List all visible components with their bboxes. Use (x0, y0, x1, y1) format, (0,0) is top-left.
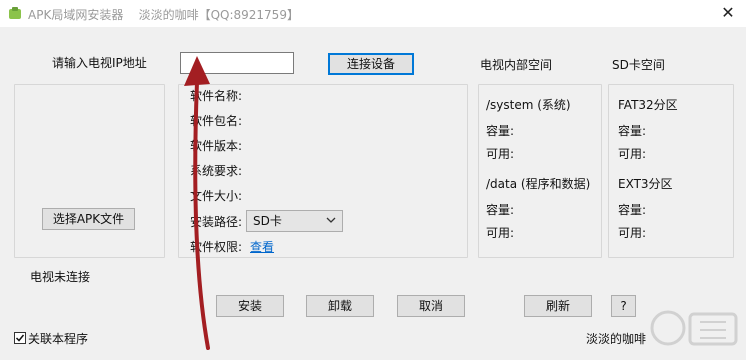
ip-label: 请输入电视IP地址 (52, 56, 147, 70)
data-available-label: 可用: (486, 226, 515, 240)
close-icon[interactable]: ✕ (718, 3, 738, 23)
help-button[interactable]: ? (611, 295, 636, 317)
ext3-available-label: 可用: (618, 226, 647, 240)
uninstall-button[interactable]: 卸载 (306, 295, 374, 317)
cancel-button[interactable]: 取消 (397, 295, 465, 317)
data-partition-label: /data (程序和数据) (486, 177, 591, 191)
annotation-arrow-icon (184, 56, 210, 350)
chevron-down-icon (326, 217, 336, 223)
author-label: 淡淡的咖啡 (586, 332, 647, 346)
connect-button[interactable]: 连接设备 (328, 53, 414, 75)
view-permissions-link[interactable]: 查看 (250, 240, 274, 254)
fat32-available-label: 可用: (618, 147, 647, 161)
app-icon (9, 7, 21, 19)
fat32-capacity-label: 容量: (618, 124, 647, 138)
ext3-partition-label: EXT3分区 (618, 177, 673, 191)
install-path-value: SD卡 (253, 214, 282, 228)
associate-label: 关联本程序 (28, 332, 89, 346)
associate-checkbox[interactable] (14, 332, 26, 344)
system-available-label: 可用: (486, 147, 515, 161)
site-watermark-logo (650, 310, 738, 346)
data-capacity-label: 容量: (486, 203, 515, 217)
system-capacity-label: 容量: (486, 124, 515, 138)
sd-storage-header: SD卡空间 (612, 58, 665, 72)
window-title: APK局域网安装器 淡淡的咖啡【QQ:8921759】 (28, 8, 299, 22)
internal-storage-header: 电视内部空间 (480, 58, 553, 72)
fat32-partition-label: FAT32分区 (618, 98, 678, 112)
system-partition-label: /system (系统) (486, 98, 571, 112)
refresh-button[interactable]: 刷新 (524, 295, 592, 317)
install-path-select[interactable]: SD卡 (246, 210, 343, 232)
connection-status: 电视未连接 (30, 270, 91, 284)
checkmark-icon (15, 334, 25, 342)
apk-preview-panel (14, 84, 165, 258)
select-apk-button[interactable]: 选择APK文件 (42, 208, 135, 230)
ext3-capacity-label: 容量: (618, 203, 647, 217)
